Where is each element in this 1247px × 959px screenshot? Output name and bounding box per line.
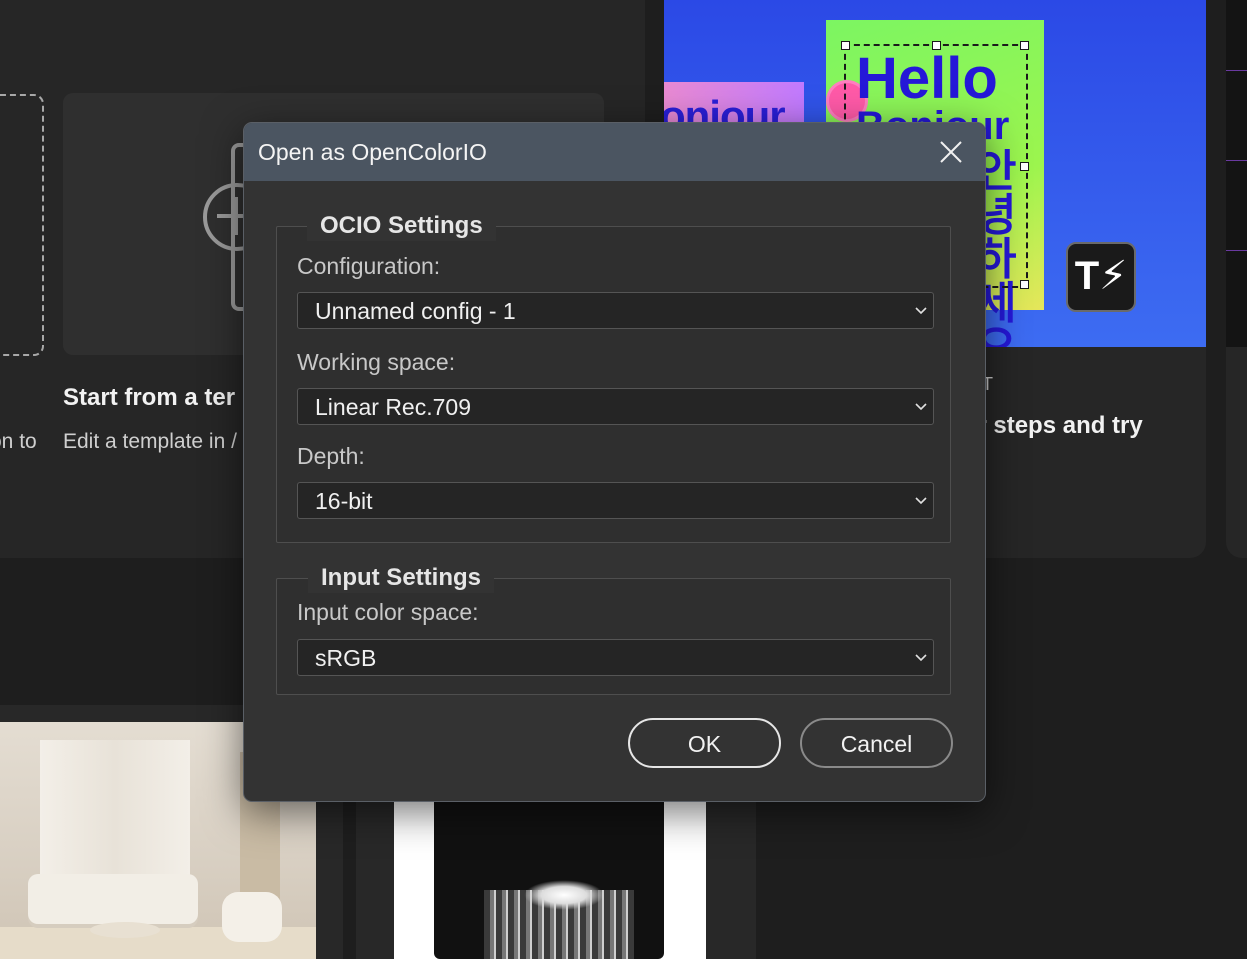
- next-feature-image: [1226, 0, 1247, 347]
- ocio-settings-legend: OCIO Settings: [307, 211, 496, 241]
- open-as-opencolorio-dialog: Open as OpenColorIO OCIO Settings Config…: [243, 122, 986, 802]
- image-line: [1226, 70, 1247, 71]
- input-color-space-value: sRGB: [315, 645, 377, 671]
- selection-handle: [1020, 41, 1029, 50]
- chevron-down-icon: [915, 307, 927, 315]
- depth-value: 16-bit: [315, 488, 373, 514]
- input-settings-group: Input Settings Input color space: sRGB: [276, 563, 951, 695]
- input-settings-legend: Input Settings: [308, 563, 494, 593]
- input-color-space-label: Input color space:: [297, 599, 479, 625]
- chevron-down-icon: [915, 403, 927, 411]
- dialog-titlebar[interactable]: Open as OpenColorIO: [244, 123, 985, 181]
- next-feature-card[interactable]: [1226, 0, 1247, 558]
- working-space-label: Working space:: [297, 349, 456, 375]
- ok-button[interactable]: OK: [628, 718, 781, 768]
- chevron-down-icon: [915, 497, 927, 505]
- blank-canvas-card[interactable]: [0, 94, 44, 356]
- cancel-button[interactable]: Cancel: [800, 718, 953, 768]
- photo-table: [90, 922, 160, 938]
- working-space-value: Linear Rec.709: [315, 394, 471, 420]
- input-color-space-select[interactable]: sRGB: [297, 639, 934, 676]
- depth-label: Depth:: [297, 443, 365, 469]
- depth-select[interactable]: 16-bit: [297, 482, 934, 519]
- text-generate-icon: T⚡: [1066, 242, 1136, 312]
- image-line: [1226, 160, 1247, 161]
- photo-sofa: [28, 874, 198, 924]
- ocio-settings-group: OCIO Settings Configuration: Unnamed con…: [276, 211, 951, 543]
- lamp-glow: [524, 880, 604, 910]
- wall-lamp-photo[interactable]: [394, 800, 706, 959]
- photo-chair: [222, 892, 282, 942]
- close-icon: [940, 141, 962, 163]
- working-space-select[interactable]: Linear Rec.709: [297, 388, 934, 425]
- selection-handle: [932, 41, 941, 50]
- selection-handle: [1020, 280, 1029, 289]
- chevron-down-icon: [915, 654, 927, 662]
- feature-card-title: er steps and try: [964, 412, 1143, 439]
- selection-handle: [1020, 162, 1029, 171]
- template-card-description: Edit a template in /: [63, 430, 237, 453]
- configuration-label: Configuration:: [297, 253, 441, 279]
- dialog-title: Open as OpenColorIO: [258, 139, 487, 165]
- selection-handle: [841, 41, 850, 50]
- close-button[interactable]: [930, 133, 972, 171]
- clipped-card-description: on to: [0, 430, 37, 453]
- configuration-select[interactable]: Unnamed config - 1: [297, 292, 934, 329]
- configuration-value: Unnamed config - 1: [315, 298, 516, 324]
- template-card-title: Start from a ter: [63, 384, 236, 411]
- image-line: [1226, 250, 1247, 251]
